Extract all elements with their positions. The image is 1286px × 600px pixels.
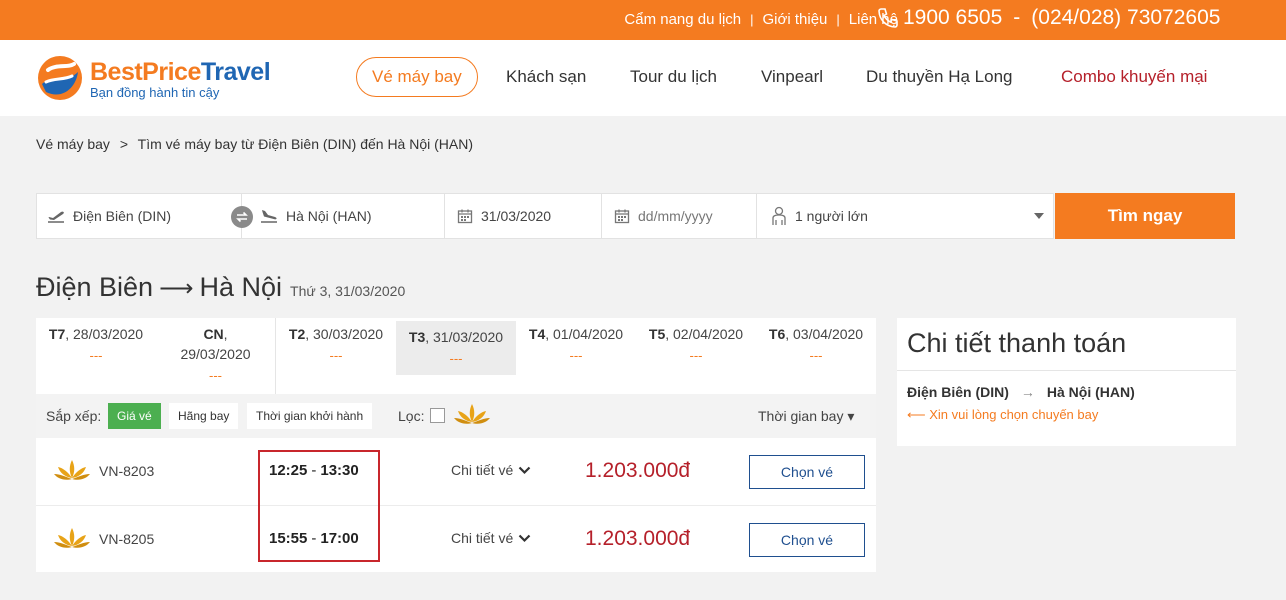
flight-time: 15:55-17:00 <box>269 530 359 547</box>
depart-date-field[interactable]: 31/03/2020 <box>445 194 602 238</box>
calendar-icon <box>614 209 630 224</box>
from-value: Điện Biên (DIN) <box>73 208 172 224</box>
filter-label: Lọc: <box>398 408 425 424</box>
date-tab[interactable]: T6, 03/04/2020 --- <box>756 318 876 394</box>
choose-ticket-button[interactable]: Chọn vé <box>749 523 865 557</box>
select-flight-note: ⟵ Xin vui lòng chọn chuyến bay <box>907 407 1099 422</box>
ticket-detail-toggle[interactable]: Chi tiết vé <box>451 530 531 546</box>
swap-route-button[interactable] <box>231 206 253 228</box>
top-bar: Cẩm nang du lịch | Giới thiệu | Liên hệ … <box>0 0 1286 40</box>
sort-by-flight-time-dropdown[interactable]: Thời gian bay ▾ <box>758 408 854 425</box>
flight-list: VN-8203 12:25-13:30 Chi tiết vé 1.203.00… <box>36 438 876 572</box>
vietnam-airlines-logo-icon <box>454 404 490 424</box>
nav-halong-cruise[interactable]: Du thuyền Hạ Long <box>866 57 1013 97</box>
to-field[interactable]: Hà Nội (HAN) <box>242 194 445 238</box>
depart-date-value: 31/03/2020 <box>481 208 552 224</box>
payment-summary-panel: Chi tiết thanh toán Điện Biên (DIN) → Hà N… <box>897 318 1236 446</box>
date-tab-price: --- <box>89 348 103 363</box>
nav-vinpearl[interactable]: Vinpearl <box>761 57 823 97</box>
breadcrumb: Vé máy bay > Tìm vé máy bay từ Điện Biên… <box>36 136 473 152</box>
date-tab-price: --- <box>449 351 463 366</box>
nav-flights[interactable]: Vé máy bay <box>356 57 478 97</box>
route-title: Điện Biên ⟶ Hà Nội Thứ 3, 31/03/2020 <box>36 272 405 303</box>
date-tab-price: --- <box>569 348 583 363</box>
date-tab[interactable]: T5, 02/04/2020 --- <box>636 318 756 394</box>
landing-icon <box>261 210 277 223</box>
link-about[interactable]: Giới thiệu <box>763 11 828 28</box>
date-tab-price: --- <box>329 348 343 363</box>
sort-bar: Sắp xếp: Giá vé Hãng bay Thời gian khởi … <box>36 394 876 438</box>
logo-tagline: Bạn đồng hành tin cậy <box>90 85 220 100</box>
date-tab-price: --- <box>689 348 703 363</box>
top-separator: | <box>836 12 840 27</box>
filter-vietnam-airlines-checkbox[interactable] <box>430 408 445 423</box>
caret-down-icon: ▾ <box>847 408 855 424</box>
route-from: Điện Biên <box>36 272 154 302</box>
payment-route: Điện Biên (DIN) → Hà Nội (HAN) <box>907 384 1135 400</box>
from-field[interactable]: Điện Biên (DIN) <box>37 194 242 238</box>
nav-hotels[interactable]: Khách sạn <box>506 57 586 97</box>
link-travel-guide[interactable]: Cẩm nang du lịch <box>624 11 741 28</box>
route-arrow: ⟶ <box>159 275 194 302</box>
phone-icon <box>878 8 898 28</box>
date-tab[interactable]: T7, 28/03/2020 --- <box>36 318 156 394</box>
sort-by-airline-button[interactable]: Hãng bay <box>169 403 239 429</box>
date-tabs: T7, 28/03/2020 --- CN, 29/03/2020 --- T2… <box>36 318 876 394</box>
flight-search-form: Điện Biên (DIN) Hà Nội (HAN) 31/03/2020 … <box>36 193 1054 239</box>
return-date-field[interactable]: dd/mm/yyyy <box>602 194 757 238</box>
vietnam-airlines-logo-icon <box>54 528 90 548</box>
breadcrumb-home[interactable]: Vé máy bay <box>36 136 110 152</box>
passenger-select[interactable]: 1 người lớn <box>757 194 1053 238</box>
top-separator: | <box>750 12 754 27</box>
route-date: Thứ 3, 31/03/2020 <box>290 283 406 299</box>
flight-price: 1.203.000đ <box>585 459 691 482</box>
date-tab[interactable]: T4, 01/04/2020 --- <box>516 318 636 394</box>
date-tab[interactable]: CN, 29/03/2020 --- <box>156 318 276 394</box>
hotline: 1900 6505 - (024/028) 73072605 <box>876 6 1220 30</box>
hotline-number-2[interactable]: (024/028) 73072605 <box>1031 6 1220 30</box>
breadcrumb-current: Tìm vé máy bay từ Điện Biên (DIN) đến Hà… <box>137 136 474 152</box>
logo-brand: BestPriceTravel <box>90 58 271 86</box>
hotline-number-1[interactable]: 1900 6505 <box>903 6 1002 30</box>
date-tab-price: --- <box>209 368 222 383</box>
person-icon <box>772 206 786 225</box>
search-now-button[interactable]: Tìm ngay <box>1055 193 1235 239</box>
date-tab-price: --- <box>809 348 823 363</box>
divider <box>897 370 1236 371</box>
chevron-down-icon <box>518 534 531 542</box>
flight-code: VN-8205 <box>99 531 155 547</box>
nav-tours[interactable]: Tour du lịch <box>630 57 717 97</box>
flight-time: 12:25-13:30 <box>269 462 359 479</box>
sort-by-price-button[interactable]: Giá vé <box>108 403 161 429</box>
swap-icon <box>236 211 248 223</box>
chevron-down-icon <box>518 466 531 474</box>
route-to: Hà Nội <box>199 272 283 302</box>
site-header: BestPriceTravel Bạn đồng hành tin cậy Vé… <box>0 40 1286 116</box>
logo-mark-icon <box>38 56 82 100</box>
to-value: Hà Nội (HAN) <box>286 208 372 224</box>
flight-code: VN-8203 <box>99 463 155 479</box>
top-links: Cẩm nang du lịch | Giới thiệu | Liên hệ <box>624 11 898 28</box>
nav-combo[interactable]: Combo khuyến mại <box>1061 57 1207 97</box>
choose-ticket-button[interactable]: Chọn vé <box>749 455 865 489</box>
flight-row: VN-8203 12:25-13:30 Chi tiết vé 1.203.00… <box>36 438 876 505</box>
logo[interactable]: BestPriceTravel Bạn đồng hành tin cậy <box>36 54 276 104</box>
vietnam-airlines-logo-icon <box>54 460 90 480</box>
date-tab[interactable]: T2, 30/03/2020 --- <box>276 318 396 394</box>
flight-row: VN-8205 15:55-17:00 Chi tiết vé 1.203.00… <box>36 505 876 572</box>
breadcrumb-arrow: > <box>119 136 129 152</box>
payment-title: Chi tiết thanh toán <box>907 328 1127 358</box>
calendar-icon <box>457 209 473 224</box>
flight-price: 1.203.000đ <box>585 527 691 550</box>
caret-down-icon <box>1034 213 1044 219</box>
passenger-value: 1 người lớn <box>795 208 868 224</box>
hotline-dash: - <box>1013 6 1021 29</box>
ticket-detail-toggle[interactable]: Chi tiết vé <box>451 462 531 478</box>
sort-label: Sắp xếp: <box>46 408 102 424</box>
date-tab-selected[interactable]: T3, 31/03/2020 --- <box>396 321 516 375</box>
return-date-placeholder: dd/mm/yyyy <box>638 208 713 224</box>
takeoff-icon <box>48 211 64 223</box>
sort-by-departure-button[interactable]: Thời gian khởi hành <box>247 403 373 429</box>
